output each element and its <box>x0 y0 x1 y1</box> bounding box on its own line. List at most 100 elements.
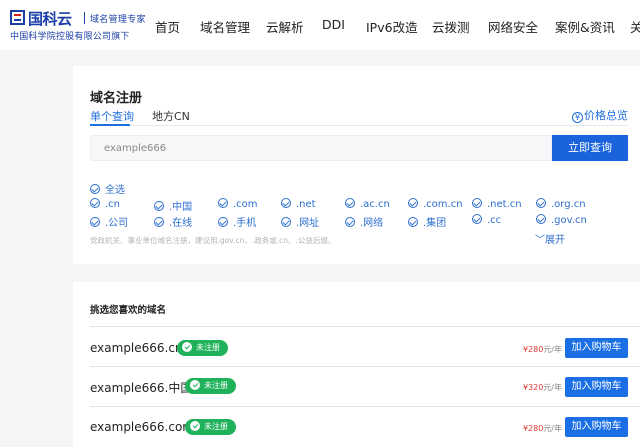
check-circle-icon <box>472 214 482 224</box>
expand-label: 展开 <box>545 235 565 246</box>
suffix-checkbox-zhongguo[interactable]: .中国 <box>154 198 192 213</box>
check-circle-icon <box>536 198 546 208</box>
suffix-checkbox-shouji[interactable]: .手机 <box>218 214 256 229</box>
suffix-label: .在线 <box>169 218 193 229</box>
suffix-checkbox-cc[interactable]: .cc <box>472 214 501 226</box>
add-to-cart-button[interactable]: 加入购物车 <box>565 377 628 397</box>
nav-item-cases-news[interactable]: 案例&资讯 <box>555 17 615 36</box>
top-header: 国科云 域名管理专家 中国科学院控股有限公司旗下 首页 域名管理 云解析 DDI… <box>0 0 640 50</box>
tab-local-cn[interactable]: 地方CN <box>152 108 190 124</box>
price-unit: 元/年 <box>543 424 562 433</box>
check-circle-icon <box>408 198 418 208</box>
result-price: ¥320元/年 <box>523 382 562 393</box>
price-value: ¥280 <box>522 345 544 354</box>
suffix-checkbox-gov-cn[interactable]: .gov.cn <box>536 214 587 226</box>
check-circle-icon <box>90 184 100 194</box>
suffix-checkbox-wangzhi[interactable]: .网址 <box>281 214 319 229</box>
suffix-label: .公司 <box>105 218 129 229</box>
suffix-checkbox-org-cn[interactable]: .org.cn <box>536 198 586 210</box>
nav-item-network-security[interactable]: 网络安全 <box>488 17 538 36</box>
logo-icon <box>10 10 25 25</box>
suffix-label: .集团 <box>423 218 447 229</box>
tab-single-query[interactable]: 单个查询 <box>90 108 134 124</box>
add-to-cart-button[interactable]: 加入购物车 <box>565 417 628 437</box>
check-circle-icon <box>281 217 291 227</box>
suffix-label: .手机 <box>233 218 257 229</box>
check-circle-icon <box>154 201 164 211</box>
nav-item-cloud-dns[interactable]: 云解析 <box>266 17 304 36</box>
suffix-label: .com.cn <box>423 199 463 210</box>
result-price: ¥280元/年 <box>523 423 562 434</box>
expand-suffixes-button[interactable]: ﹀展开 <box>535 231 565 246</box>
nav-item-domain-management[interactable]: 域名管理 <box>200 17 250 36</box>
status-label: 未注册 <box>204 422 228 431</box>
check-circle-icon <box>345 217 355 227</box>
select-all-label: 全选 <box>105 185 125 196</box>
suffix-checkbox-net-cn[interactable]: .net.cn <box>472 198 522 210</box>
check-circle-icon <box>345 198 355 208</box>
status-badge: 未注册 <box>185 419 236 435</box>
row-divider <box>90 366 640 367</box>
suffix-label: .网络 <box>360 218 384 229</box>
nav-item-home[interactable]: 首页 <box>155 17 180 36</box>
status-badge: 未注册 <box>177 340 228 356</box>
page-title: 域名注册 <box>90 91 143 106</box>
price-value: ¥320 <box>522 383 544 392</box>
chevron-down-icon: ﹀ <box>535 235 545 246</box>
add-to-cart-button[interactable]: 加入购物车 <box>565 338 628 358</box>
suffix-checkbox-ac-cn[interactable]: .ac.cn <box>345 198 390 210</box>
logo-tagline: 域名管理专家 <box>90 15 146 25</box>
suffix-checkbox-net[interactable]: .net <box>281 198 316 210</box>
price-overview-link[interactable]: ¥ 价格总览 <box>572 107 628 123</box>
tab-divider <box>90 125 628 126</box>
suffix-label: .com <box>233 199 258 210</box>
nav-item-about[interactable]: 关 <box>630 17 640 36</box>
suffix-label: .中国 <box>169 202 193 213</box>
domain-search-card: 域名注册 单个查询 地方CN ¥价格总览 立即查询 全选 .cn .中国 .co… <box>73 66 640 264</box>
logo-divider <box>84 12 85 24</box>
suffix-checkbox-wangluo[interactable]: .网络 <box>345 214 383 229</box>
check-circle-icon <box>90 198 100 208</box>
select-all-checkbox[interactable]: 全选 <box>90 181 125 196</box>
price-overview-label: 价格总览 <box>584 109 628 122</box>
row-divider <box>90 326 640 327</box>
suffix-checkbox-jituan[interactable]: .集团 <box>408 214 446 229</box>
suffix-checkbox-com[interactable]: .com <box>218 198 258 210</box>
check-circle-icon <box>472 198 482 208</box>
row-divider <box>90 406 640 407</box>
site-logo[interactable]: 国科云 域名管理专家 中国科学院控股有限公司旗下 <box>10 9 146 42</box>
check-circle-icon <box>536 214 546 224</box>
result-domain: example666.com <box>90 420 194 434</box>
check-icon <box>182 342 192 352</box>
price-value: ¥280 <box>522 424 544 433</box>
result-domain: example666.cn <box>90 341 183 355</box>
suffix-checkbox-com-cn[interactable]: .com.cn <box>408 198 463 210</box>
status-label: 未注册 <box>204 381 228 390</box>
check-circle-icon <box>408 217 418 227</box>
suffix-label: .net.cn <box>487 199 522 210</box>
check-circle-icon <box>218 198 228 208</box>
check-circle-icon <box>218 217 228 227</box>
suffix-label: .gov.cn <box>551 215 587 226</box>
suffix-checkbox-cn[interactable]: .cn <box>90 198 120 210</box>
main-nav: 首页 域名管理 云解析 DDI IPv6改造 云拨测 网络安全 案例&资讯 关 <box>150 0 640 50</box>
suffix-checkbox-gongsi[interactable]: .公司 <box>90 214 128 229</box>
check-circle-icon <box>281 198 291 208</box>
nav-item-ipv6[interactable]: IPv6改造 <box>366 17 418 36</box>
suffix-label: .net <box>296 199 316 210</box>
suffix-label: .cc <box>487 215 502 226</box>
suffix-label: .org.cn <box>551 199 586 210</box>
domain-results-card: 挑选您喜欢的域名 example666.cn 未注册 ¥280元/年 加入购物车… <box>73 282 640 447</box>
nav-item-ddi[interactable]: DDI <box>322 17 345 32</box>
check-icon <box>190 380 200 390</box>
nav-item-cloud-probe[interactable]: 云拨测 <box>432 17 470 36</box>
yen-circle-icon: ¥ <box>572 112 583 123</box>
result-price: ¥280元/年 <box>523 344 562 355</box>
suffix-checkbox-zaixian[interactable]: .在线 <box>154 214 192 229</box>
price-unit: 元/年 <box>543 383 562 392</box>
domain-search-input[interactable] <box>91 136 551 160</box>
registration-hint: 党政机关、事业单位域名注册，建议用.gov.cn、.政务或.cn、.公益后缀。 <box>90 236 336 245</box>
search-button[interactable]: 立即查询 <box>552 135 628 161</box>
logo-subtitle: 中国科学院控股有限公司旗下 <box>10 32 130 42</box>
logo-name: 国科云 <box>28 10 72 28</box>
